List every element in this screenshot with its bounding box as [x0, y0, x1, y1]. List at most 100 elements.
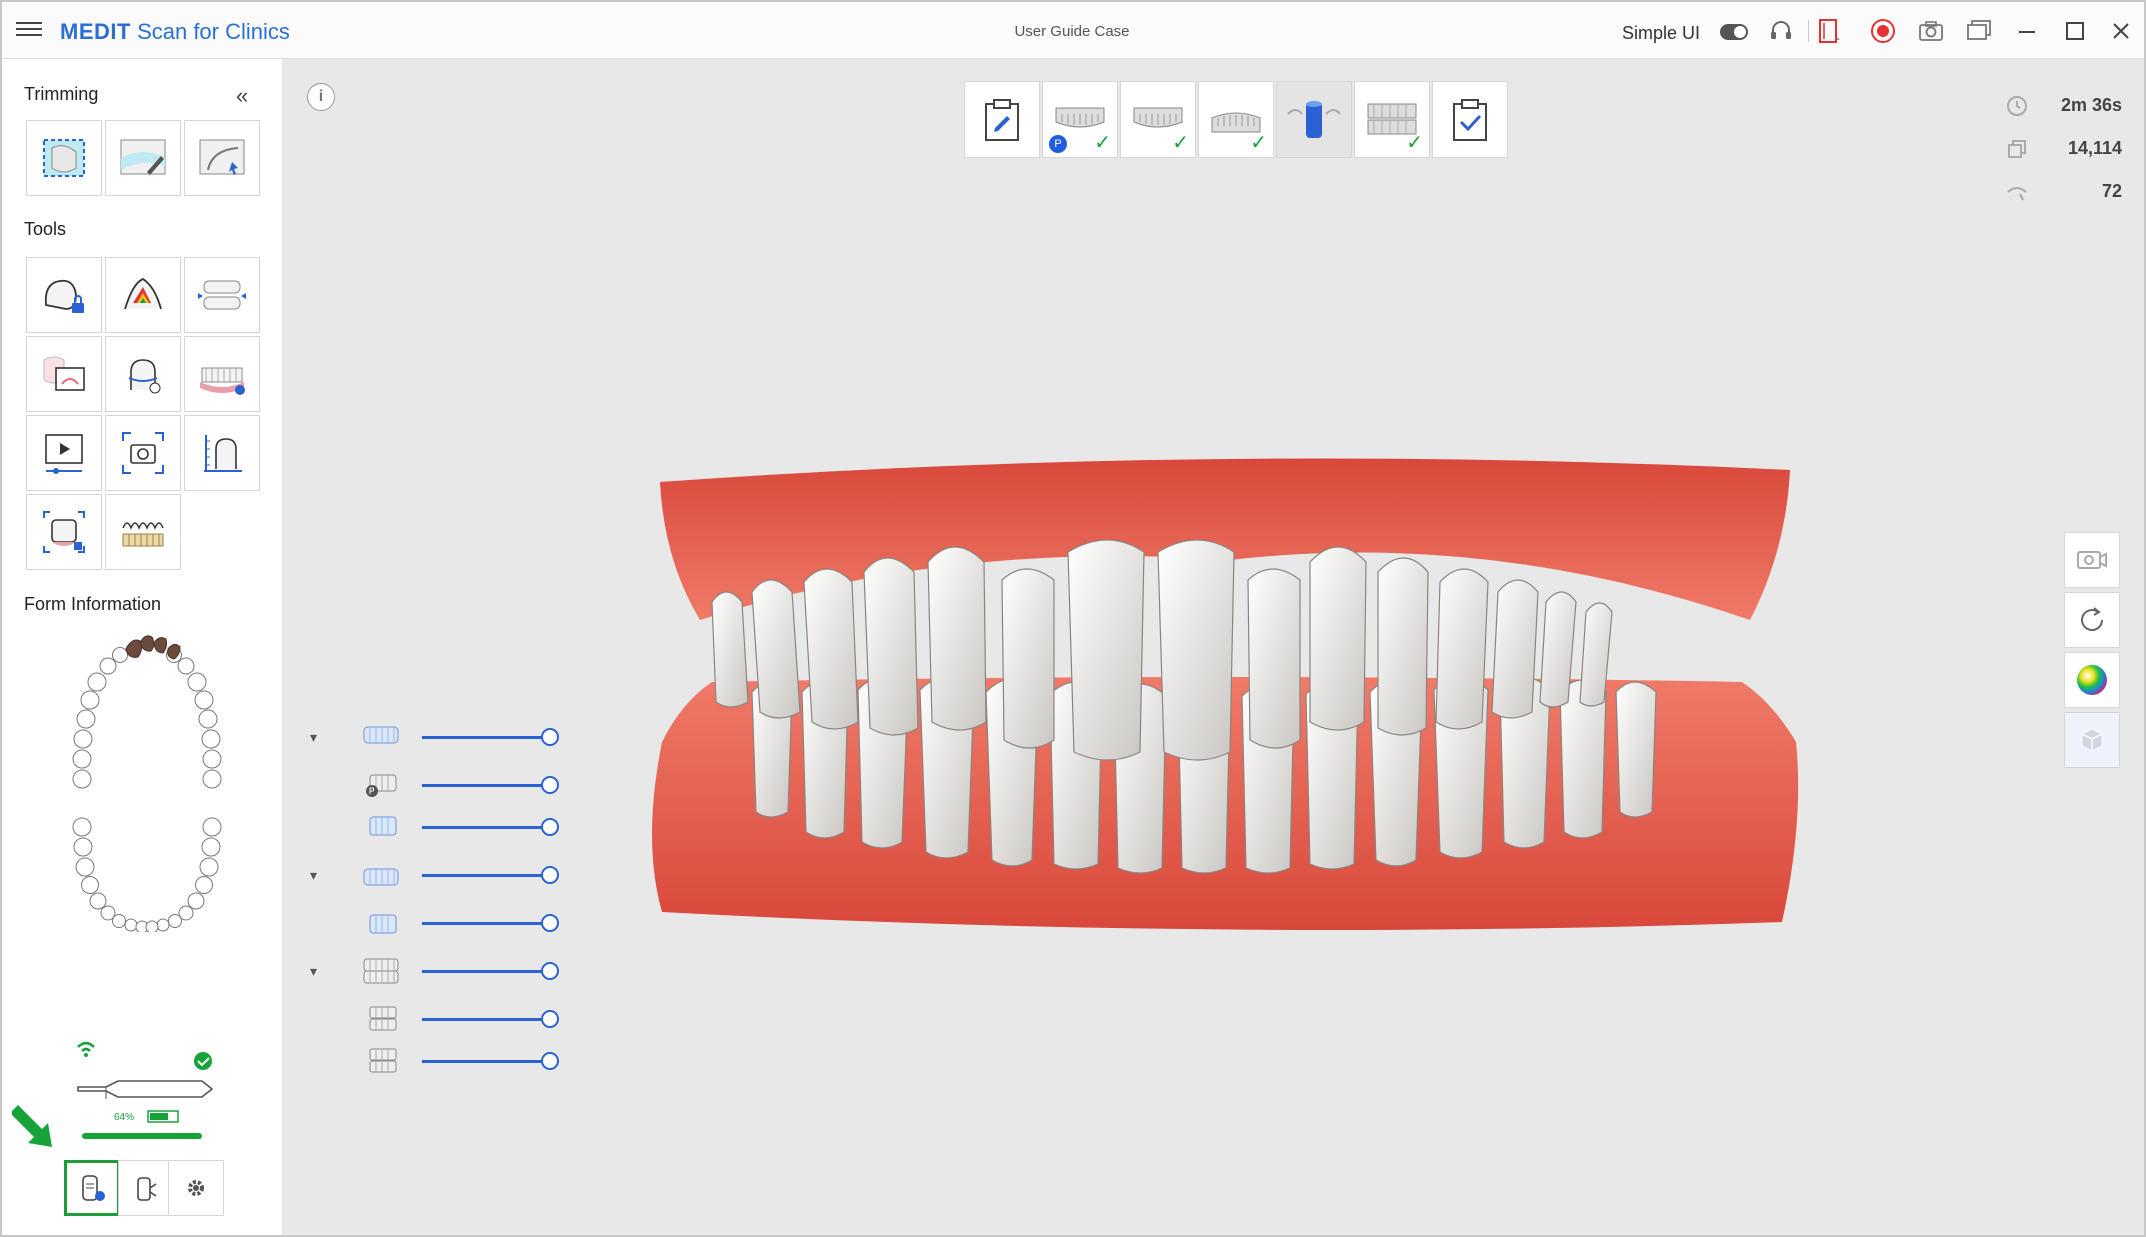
window-mode-icon[interactable]: [1964, 16, 1994, 46]
smart-trim-icon[interactable]: [184, 120, 260, 196]
color-map-button[interactable]: [2064, 652, 2120, 708]
slider-knob[interactable]: [541, 1052, 559, 1070]
sweep-icon: [2007, 187, 2027, 201]
done-check-icon: ✓: [1172, 132, 1189, 154]
lock-scan-icon[interactable]: [26, 257, 102, 333]
video-capture-icon[interactable]: [26, 415, 102, 491]
hamburger-menu-icon[interactable]: [16, 18, 42, 42]
slider-knob[interactable]: [541, 962, 559, 980]
simple-ui-toggle[interactable]: [1720, 24, 1748, 40]
indicator-arrow-icon: [12, 1105, 52, 1147]
clock-icon: [2007, 96, 2027, 116]
slider-knob[interactable]: [541, 728, 559, 746]
case-title: User Guide Case: [1014, 23, 1130, 40]
collapse-panel-icon[interactable]: «: [236, 83, 248, 109]
dental-scan-model[interactable]: [642, 442, 1812, 952]
opacity-slider[interactable]: [422, 776, 559, 794]
stage-abutment[interactable]: [1276, 81, 1352, 158]
clipboard-edit-icon: [985, 98, 1019, 141]
scan-report-icon[interactable]: [1814, 16, 1844, 46]
abutment-scan-icon[interactable]: [26, 494, 102, 570]
pre-op-badge: P: [1049, 135, 1067, 153]
opacity-slider[interactable]: [422, 962, 559, 980]
slider-knob[interactable]: [541, 914, 559, 932]
scanner-calibration-button[interactable]: [118, 1160, 174, 1216]
close-icon[interactable]: [2106, 16, 2136, 46]
stage-mandible[interactable]: ✓: [1120, 81, 1196, 158]
scanner-settings-icon: [82, 1175, 105, 1201]
stage-notes[interactable]: [964, 81, 1040, 158]
settings-button[interactable]: [168, 1160, 224, 1216]
clipboard-check-icon: [1453, 98, 1487, 141]
layer-row: [302, 1046, 582, 1076]
opacity-slider[interactable]: [422, 866, 559, 884]
screen-capture-icon[interactable]: [105, 415, 181, 491]
mandible-scan-icon: [369, 914, 397, 934]
shot-count-value: 14,114: [2067, 138, 2122, 158]
layer-row: ▾: [302, 722, 582, 752]
slider-knob[interactable]: [541, 1010, 559, 1028]
texture-toggle-button[interactable]: [2064, 712, 2120, 768]
minimize-icon[interactable]: [2012, 16, 2042, 46]
opacity-slider[interactable]: [422, 818, 559, 836]
layer-row: [302, 812, 582, 842]
opacity-slider[interactable]: [422, 1010, 559, 1028]
headset-support-icon[interactable]: [1766, 16, 1796, 46]
occlusion-group-icon: [363, 958, 399, 984]
sweep-count-value: 72: [2101, 181, 2122, 201]
stage-occlusion[interactable]: ✓: [1198, 81, 1274, 158]
expand-caret-icon[interactable]: ▾: [310, 729, 317, 746]
layer-row: ▾: [302, 956, 582, 986]
tooth-chart[interactable]: [42, 587, 252, 932]
maxilla-group-icon: [363, 726, 399, 744]
expand-caret-icon[interactable]: ▾: [310, 867, 317, 884]
expand-caret-icon[interactable]: ▾: [310, 963, 317, 980]
full-arch-icon[interactable]: [184, 336, 260, 412]
texture-toggle-icon: [2081, 728, 2103, 752]
lasso-select-icon[interactable]: [26, 120, 102, 196]
opacity-slider[interactable]: [422, 728, 559, 746]
stage-complete[interactable]: [1432, 81, 1508, 158]
shot-count-stat: 14,114: [2002, 135, 2122, 178]
stage-maxilla[interactable]: P ✓: [1042, 81, 1118, 158]
app-window: MEDIT Scan for Clinics User Guide Case S…: [0, 0, 2146, 1237]
opacity-slider[interactable]: [422, 914, 559, 932]
title-bar: MEDIT Scan for Clinics User Guide Case S…: [2, 2, 2144, 59]
info-icon[interactable]: i: [307, 83, 335, 111]
simple-ui-label: Simple UI: [1622, 23, 1701, 43]
reset-rotation-button[interactable]: [2064, 592, 2120, 648]
stage-full-occlusion[interactable]: ✓: [1354, 81, 1430, 158]
scanner-device-icon: [77, 1080, 214, 1098]
tools-title: Tools: [24, 219, 67, 239]
smile-design-icon[interactable]: [105, 494, 181, 570]
scanner-settings-button[interactable]: [64, 1160, 120, 1216]
color-heatmap-icon[interactable]: [105, 257, 181, 333]
margin-line-icon[interactable]: [105, 336, 181, 412]
done-check-icon: ✓: [1250, 132, 1267, 154]
reset-rotation-icon: [2081, 607, 2103, 631]
slider-knob[interactable]: [541, 866, 559, 884]
data-compare-icon[interactable]: [26, 336, 102, 412]
brush-trim-icon[interactable]: [105, 120, 181, 196]
wifi-icon: [77, 1041, 95, 1052]
layer-row: ▾: [302, 860, 582, 890]
sweep-count-stat: 72: [2002, 178, 2122, 221]
maxilla-pre-op-icon: [366, 774, 397, 797]
capture-icon[interactable]: [1916, 16, 1946, 46]
maxilla-scan-icon: [369, 816, 397, 836]
gear-icon: [188, 1180, 204, 1196]
slider-knob[interactable]: [541, 818, 559, 836]
maximize-icon[interactable]: [2060, 16, 2090, 46]
color-map-icon: [2077, 665, 2107, 695]
measure-icon[interactable]: [184, 415, 260, 491]
opacity-slider[interactable]: [422, 1052, 559, 1070]
done-check-icon: ✓: [1094, 132, 1111, 154]
camera-view-button[interactable]: [2064, 532, 2120, 588]
slider-knob[interactable]: [541, 776, 559, 794]
app-brand: MEDIT Scan for Clinics: [60, 19, 290, 44]
scan-stats: 2m 36s 14,114 72: [2002, 92, 2122, 221]
scan-time-stat: 2m 36s: [2002, 92, 2122, 135]
occlusion-align-icon[interactable]: [184, 257, 260, 333]
scan-time-value: 2m 36s: [2060, 95, 2122, 115]
record-icon[interactable]: [1868, 16, 1898, 46]
